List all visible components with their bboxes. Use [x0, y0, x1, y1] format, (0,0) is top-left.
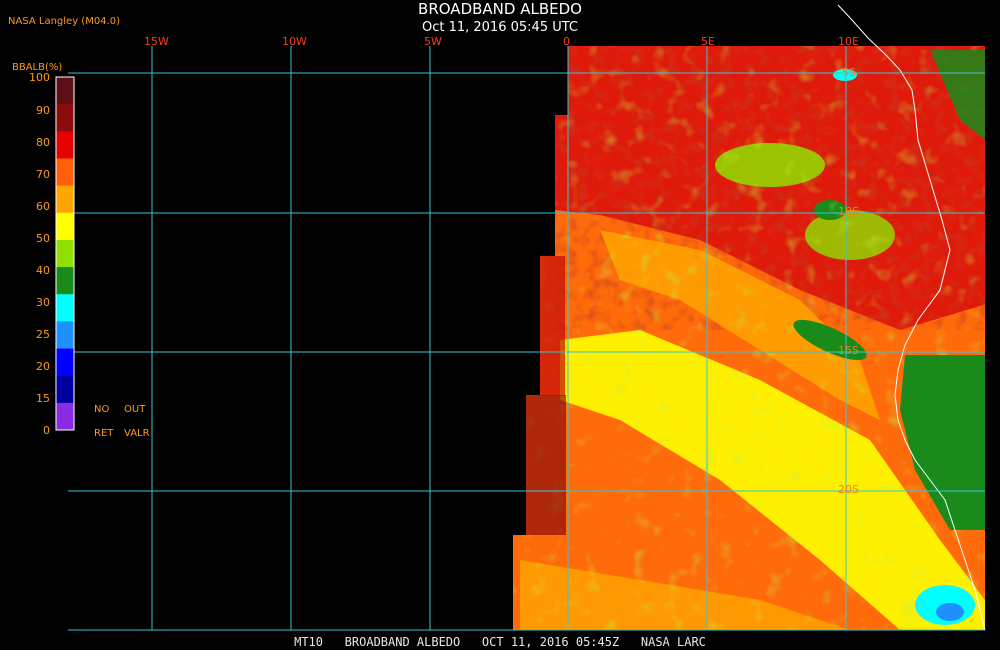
footer-caption: MT10 BROADBAND ALBEDO OCT 11, 2016 05:45… — [294, 635, 706, 649]
legend-swatch — [56, 375, 74, 404]
credit-label: NASA Langley (M04.0) — [8, 16, 120, 27]
legend-note-valr: VALR — [124, 428, 150, 439]
legend-tick: 15 — [36, 392, 50, 405]
map-title: BROADBAND ALBEDO — [418, 0, 582, 18]
latitude-label: 20S — [838, 483, 859, 496]
map-timestamp: Oct 11, 2016 05:45 UTC — [422, 20, 578, 35]
legend-swatch — [56, 294, 74, 322]
legend-swatch — [56, 185, 74, 214]
longitude-label: 15W — [144, 35, 169, 48]
legend-note-no: NO — [94, 404, 110, 415]
legend-swatch — [56, 104, 74, 132]
albedo-map — [55, 4, 986, 631]
legend-tick: 0 — [43, 424, 50, 437]
legend-tick: 20 — [36, 360, 50, 373]
longitude-label: 5E — [701, 35, 715, 48]
latitude-label: 10S — [838, 205, 859, 218]
latitude-label: 5S — [842, 66, 856, 79]
legend-tick: 50 — [36, 232, 50, 245]
latitude-label: 15S — [838, 344, 859, 357]
longitude-label: 0 — [563, 35, 570, 48]
longitude-label: 5W — [424, 35, 442, 48]
legend-swatch — [56, 131, 74, 159]
legend-tick: 80 — [36, 136, 50, 149]
legend-tick: 90 — [36, 104, 50, 117]
legend-swatch — [56, 239, 74, 268]
legend-swatch — [56, 321, 74, 350]
albedo-field — [513, 46, 985, 630]
legend-swatch — [56, 158, 74, 187]
legend-note-out: OUT — [124, 404, 146, 415]
legend-tick: 30 — [36, 296, 50, 309]
legend-swatch — [56, 267, 74, 295]
longitude-label: 10W — [282, 35, 307, 48]
legend-tick: 60 — [36, 200, 50, 213]
legend-swatch — [56, 402, 74, 431]
legend-swatch — [56, 77, 74, 105]
legend-tick: 70 — [36, 168, 50, 181]
legend-tick: 100 — [29, 71, 50, 84]
legend-tick: 25 — [36, 328, 50, 341]
legend-swatch — [56, 212, 74, 241]
legend-swatch — [56, 348, 74, 377]
legend-note-ret: RET — [94, 428, 114, 439]
legend-tick: 40 — [36, 264, 50, 277]
longitude-label: 10E — [838, 35, 859, 48]
color-scale-bar — [55, 76, 75, 431]
